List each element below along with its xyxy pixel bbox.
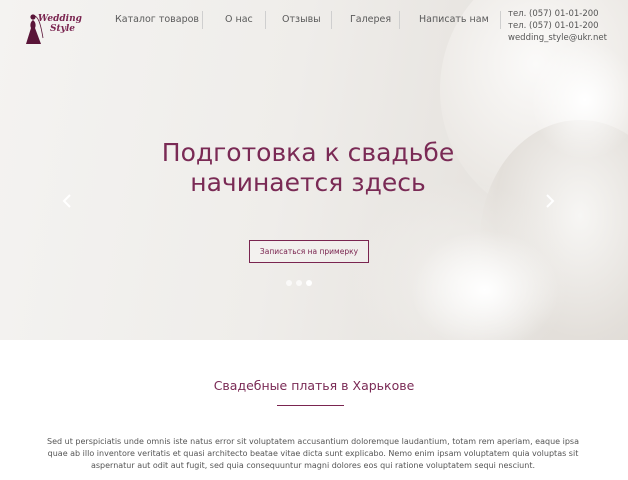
logo-text-wedding: Wedding	[38, 14, 82, 24]
nav-item-gallery[interactable]: Галерея	[350, 14, 391, 25]
carousel-dot-active[interactable]	[306, 280, 312, 286]
nav-item-catalog[interactable]: Каталог товаров	[115, 14, 199, 25]
nav-divider	[265, 11, 266, 29]
section-divider	[277, 405, 344, 406]
top-navigation: Wedding Style Каталог товаров О нас Отзы…	[0, 0, 628, 50]
email-link[interactable]: wedding_style@ukr.net	[508, 32, 607, 44]
nav-item-reviews[interactable]: Отзывы	[282, 14, 321, 25]
carousel-dot[interactable]	[296, 280, 302, 286]
phone-number[interactable]: тел. (057) 01-01-200	[508, 20, 607, 32]
hero-highlight	[410, 230, 560, 340]
hero-headline: Подготовка к свадьбе начинается здесь	[0, 138, 616, 198]
logo-text-style: Style	[50, 24, 76, 34]
phone-number[interactable]: тел. (057) 01-01-200	[508, 8, 607, 20]
nav-item-contact[interactable]: Написать нам	[419, 14, 489, 25]
hero-headline-line: Подготовка к свадьбе	[161, 138, 455, 167]
nav-item-about[interactable]: О нас	[225, 14, 253, 25]
hero-headline-line: начинается здесь	[190, 168, 426, 197]
fitting-signup-button[interactable]: Записаться на примерку	[249, 240, 369, 263]
nav-divider	[331, 11, 332, 29]
nav-divider	[399, 11, 400, 29]
contact-info: тел. (057) 01-01-200 тел. (057) 01-01-20…	[508, 8, 607, 44]
nav-divider	[202, 11, 203, 29]
section-description: Sed ut perspiciatis unde omnis iste natu…	[47, 437, 579, 470]
section-title: Свадебные платья в Харькове	[213, 378, 415, 393]
hero-banner: Wedding Style Каталог товаров О нас Отзы…	[0, 0, 628, 340]
nav-divider	[500, 11, 501, 29]
carousel-dot[interactable]	[286, 280, 292, 286]
brand-logo[interactable]: Wedding Style	[22, 12, 84, 46]
page: Wedding Style Каталог товаров О нас Отзы…	[0, 0, 628, 480]
